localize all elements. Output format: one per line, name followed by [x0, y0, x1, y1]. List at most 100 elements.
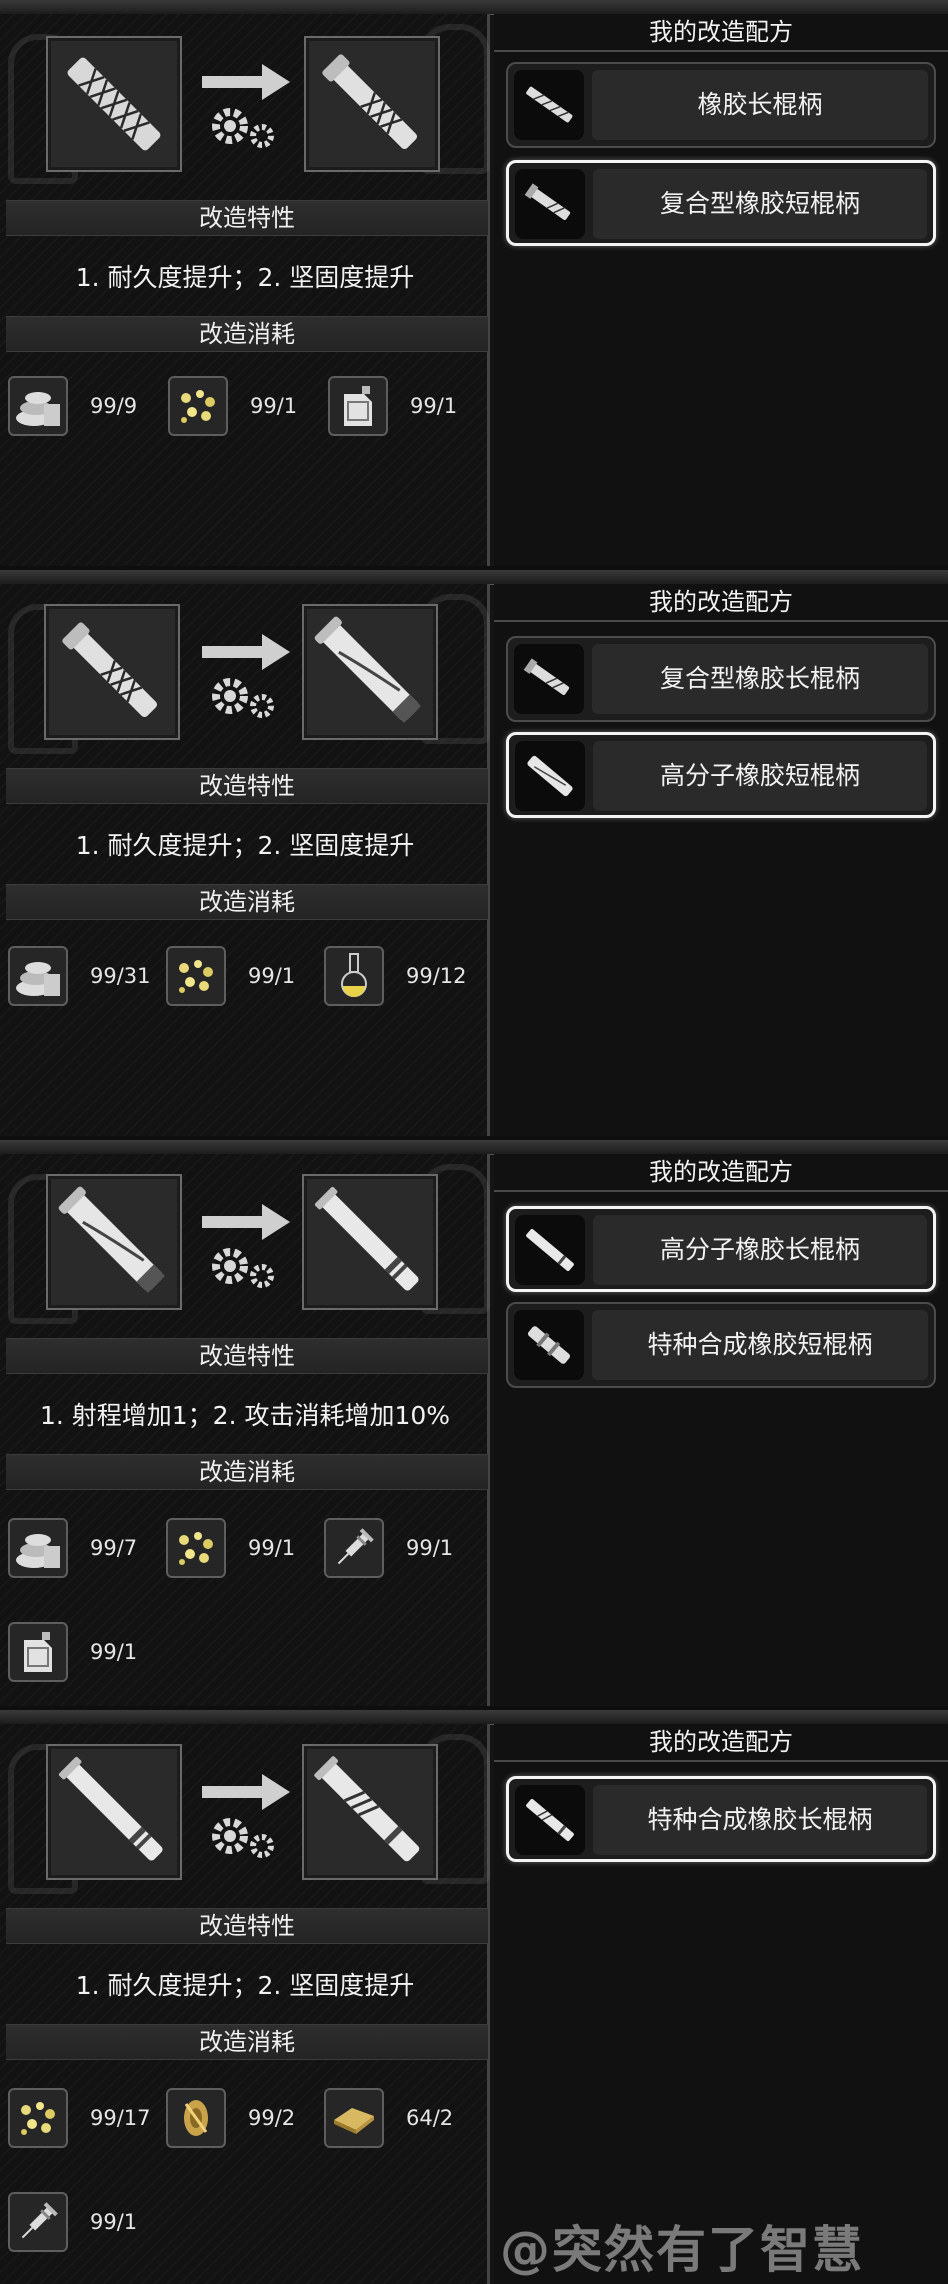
material-rubber-roll[interactable]: 99/31	[8, 946, 168, 1008]
grip-handle-icon	[515, 1785, 585, 1855]
upgrade-arrow-gear-icon	[202, 64, 290, 148]
grip-handle-icon	[67, 57, 161, 151]
jerrycan-icon	[328, 376, 388, 436]
recipe-label: 高分子橡胶长棍柄	[593, 1215, 927, 1285]
recipe-item-selected[interactable]: 特种合成橡胶长棍柄	[506, 1776, 936, 1862]
source-item-slot[interactable]	[44, 604, 180, 740]
material-gold-nuggets[interactable]: 99/1	[166, 946, 326, 1008]
grip-handle-icon	[62, 622, 158, 718]
panel-top-border	[0, 1710, 948, 1725]
material-count: 99/1	[90, 2210, 138, 2234]
grip-handle-icon	[514, 70, 584, 140]
material-gold-nuggets[interactable]: 99/1	[166, 1518, 326, 1580]
rubber-roll-icon	[8, 946, 68, 1006]
syringe-icon	[8, 2192, 68, 2252]
material-gold-spool[interactable]: 99/2	[166, 2088, 326, 2150]
material-gold-nuggets[interactable]: 99/17	[8, 2088, 168, 2150]
crafting-panel-1: 改造特性 1. 耐久度提升；2. 坚固度提升 改造消耗 99/9 99/1 99…	[0, 0, 948, 566]
traits-text: 1. 耐久度提升；2. 坚固度提升	[75, 263, 415, 292]
material-count: 99/1	[250, 394, 298, 418]
gold-plate-icon	[324, 2088, 384, 2148]
grip-handle-icon	[515, 169, 585, 239]
material-count: 99/17	[90, 2106, 151, 2130]
material-syringe[interactable]: 99/1	[324, 1518, 484, 1580]
crafting-panel-4: 改造特性 1. 耐久度提升；2. 坚固度提升 改造消耗 99/17 99/2 6…	[0, 1710, 948, 2284]
recipe-item[interactable]: 复合型橡胶长棍柄	[506, 636, 936, 722]
material-jerrycan[interactable]: 99/1	[328, 376, 488, 438]
material-count: 99/1	[406, 1536, 454, 1560]
cost-header: 改造消耗	[6, 1454, 488, 1490]
traits-text: 1. 射程增加1；2. 攻击消耗增加10%	[39, 1401, 451, 1430]
material-gold-nuggets[interactable]: 99/1	[168, 376, 328, 438]
upgrade-arrow-gear-icon	[202, 1774, 290, 1858]
cost-header: 改造消耗	[6, 2024, 488, 2060]
recipe-item[interactable]: 特种合成橡胶短棍柄	[506, 1302, 936, 1388]
result-item-slot[interactable]	[302, 1744, 438, 1880]
upgrade-details: 改造特性 1. 耐久度提升；2. 坚固度提升 改造消耗 99/9 99/1 99…	[0, 14, 490, 566]
traits-header: 改造特性	[6, 1908, 488, 1944]
grip-handle-icon	[322, 54, 418, 150]
grip-handle-icon	[515, 741, 585, 811]
traits-header: 改造特性	[6, 768, 488, 804]
gold-nuggets-icon	[166, 1518, 226, 1578]
traits-text: 1. 耐久度提升；2. 坚固度提升	[75, 1971, 415, 2000]
panel-top-border	[0, 0, 948, 15]
watermark-text: @突然有了智慧	[500, 2221, 864, 2279]
material-jerrycan[interactable]: 99/1	[8, 1622, 168, 1684]
material-count: 99/31	[90, 964, 151, 988]
upgrade-arrow-gear-icon	[202, 634, 290, 718]
material-count: 99/2	[248, 2106, 296, 2130]
source-item-slot[interactable]	[46, 36, 182, 172]
syringe-icon	[324, 1518, 384, 1578]
recipe-label: 特种合成橡胶长棍柄	[593, 1785, 927, 1855]
recipe-label: 高分子橡胶短棍柄	[593, 741, 927, 811]
cost-header: 改造消耗	[6, 316, 488, 352]
grip-handle-icon	[58, 1186, 165, 1293]
gold-nuggets-icon	[8, 2088, 68, 2148]
result-item-slot[interactable]	[302, 1174, 438, 1310]
recipe-item-selected[interactable]: 高分子橡胶短棍柄	[506, 732, 936, 818]
recipe-list-title: 我的改造配方	[494, 1154, 948, 1192]
recipe-list: 我的改造配方 橡胶长棍柄 复合型橡胶短棍柄	[494, 14, 948, 566]
grip-handle-icon	[58, 1756, 163, 1861]
material-count: 64/2	[406, 2106, 454, 2130]
result-item-slot[interactable]	[302, 604, 438, 740]
recipe-label: 橡胶长棍柄	[592, 70, 928, 140]
material-rubber-roll[interactable]: 99/9	[8, 376, 168, 438]
upgrade-details: 改造特性 1. 耐久度提升；2. 坚固度提升 改造消耗 99/31 99/1 9…	[0, 584, 490, 1136]
source-item-slot[interactable]	[46, 1174, 182, 1310]
cost-header: 改造消耗	[6, 884, 488, 920]
grip-handle-icon	[514, 644, 584, 714]
material-count: 99/7	[90, 1536, 138, 1560]
recipe-list-title: 我的改造配方	[494, 584, 948, 622]
material-gold-plate[interactable]: 64/2	[324, 2088, 484, 2150]
recipe-label: 复合型橡胶短棍柄	[593, 169, 927, 239]
recipe-item-selected[interactable]: 复合型橡胶短棍柄	[506, 160, 936, 246]
traits-text: 1. 耐久度提升；2. 坚固度提升	[75, 831, 415, 860]
material-rubber-roll[interactable]: 99/7	[8, 1518, 168, 1580]
recipe-label: 特种合成橡胶短棍柄	[592, 1310, 928, 1380]
recipe-item-selected[interactable]: 高分子橡胶长棍柄	[506, 1206, 936, 1292]
traits-header: 改造特性	[6, 200, 488, 236]
recipe-list: 我的改造配方 高分子橡胶长棍柄 特种合成橡胶短棍柄	[494, 1154, 948, 1706]
recipe-item[interactable]: 橡胶长棍柄	[506, 62, 936, 148]
recipe-label: 复合型橡胶长棍柄	[592, 644, 928, 714]
traits-header: 改造特性	[6, 1338, 488, 1374]
result-item-slot[interactable]	[304, 36, 440, 172]
panel-top-border	[0, 570, 948, 585]
grip-handle-icon	[314, 616, 421, 723]
grip-handle-icon	[314, 1756, 420, 1862]
upgrade-details: 改造特性 1. 射程增加1；2. 攻击消耗增加10% 改造消耗 99/7 99/…	[0, 1154, 490, 1706]
material-syringe[interactable]: 99/1	[8, 2192, 168, 2254]
source-item-slot[interactable]	[46, 1744, 182, 1880]
material-count: 99/12	[406, 964, 467, 988]
gold-spool-icon	[166, 2088, 226, 2148]
crafting-panel-2: 改造特性 1. 耐久度提升；2. 坚固度提升 改造消耗 99/31 99/1 9…	[0, 570, 948, 1136]
rubber-roll-icon	[8, 1518, 68, 1578]
recipe-list: 我的改造配方 复合型橡胶长棍柄 高分子橡胶短棍柄	[494, 584, 948, 1136]
crafting-panel-3: 改造特性 1. 射程增加1；2. 攻击消耗增加10% 改造消耗 99/7 99/…	[0, 1140, 948, 1706]
material-count: 99/1	[410, 394, 458, 418]
flask-icon	[324, 946, 384, 1006]
material-flask[interactable]: 99/12	[324, 946, 484, 1008]
material-count: 99/1	[248, 1536, 296, 1560]
